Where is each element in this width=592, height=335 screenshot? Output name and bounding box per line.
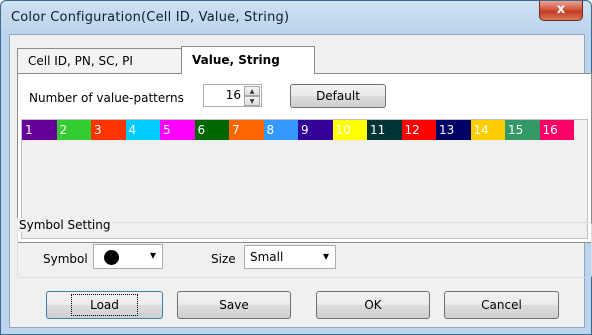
spin-down-arrow-icon[interactable]: ▼ <box>244 96 260 106</box>
size-dropdown[interactable]: Small ▾ <box>244 245 336 269</box>
load-button-label: Load <box>71 294 138 316</box>
color-swatch-4[interactable]: 4 <box>125 120 160 140</box>
symbol-setting-title: Symbol Setting <box>17 218 113 232</box>
default-button[interactable]: Default <box>290 84 386 108</box>
size-label: Size <box>211 252 236 266</box>
color-swatch-7[interactable]: 7 <box>229 120 264 140</box>
load-button[interactable]: Load <box>46 291 163 319</box>
color-swatch-3[interactable]: 3 <box>91 120 126 140</box>
save-button[interactable]: Save <box>177 291 291 319</box>
spin-up-arrow-icon[interactable]: ▲ <box>244 86 260 96</box>
chevron-down-icon: ▾ <box>322 249 329 263</box>
value-patterns-label: Number of value-patterns <box>29 91 184 105</box>
color-swatch-10[interactable]: 10 <box>332 120 367 140</box>
color-swatch-13[interactable]: 13 <box>436 120 471 140</box>
color-configuration-window: Color Configuration(Cell ID, Value, Stri… <box>0 0 592 335</box>
color-swatch-9[interactable]: 9 <box>298 120 333 140</box>
value-patterns-value[interactable]: 16 <box>226 88 241 102</box>
color-swatch-5[interactable]: 5 <box>160 120 195 140</box>
color-swatch-11[interactable]: 11 <box>367 120 402 140</box>
color-swatch-6[interactable]: 6 <box>194 120 229 140</box>
value-patterns-spinner[interactable]: 16 ▲ ▼ <box>203 84 262 107</box>
cancel-button[interactable]: Cancel <box>444 291 559 319</box>
window-title: Color Configuration(Cell ID, Value, Stri… <box>11 10 290 25</box>
symbol-label: Symbol <box>43 252 88 266</box>
color-swatch-2[interactable]: 2 <box>56 120 91 140</box>
tab-value-string[interactable]: Value, String <box>181 46 315 74</box>
color-swatch-14[interactable]: 14 <box>470 120 505 140</box>
title-bar: Color Configuration(Cell ID, Value, Stri… <box>1 1 591 34</box>
chevron-down-icon: ▾ <box>149 248 156 262</box>
color-swatch-1[interactable]: 1 <box>22 120 57 140</box>
filled-circle-icon <box>104 250 119 265</box>
close-button[interactable]: x <box>539 1 583 21</box>
size-value: Small <box>250 250 284 264</box>
dialog-client-area: Cell ID, PN, SC, PI Value, String Number… <box>9 34 592 328</box>
ok-button[interactable]: OK <box>316 291 430 319</box>
tab-cell-id-pn-sc-pi[interactable]: Cell ID, PN, SC, PI <box>17 48 183 73</box>
color-swatch-row: 1 2 3 4 5 6 7 8 9 10 11 12 13 14 15 16 <box>22 120 574 140</box>
color-swatch-15[interactable]: 15 <box>505 120 540 140</box>
color-swatch-16[interactable]: 16 <box>539 120 574 140</box>
color-swatch-8[interactable]: 8 <box>263 120 298 140</box>
symbol-dropdown[interactable]: ▾ <box>93 244 163 269</box>
color-swatch-12[interactable]: 12 <box>401 120 436 140</box>
